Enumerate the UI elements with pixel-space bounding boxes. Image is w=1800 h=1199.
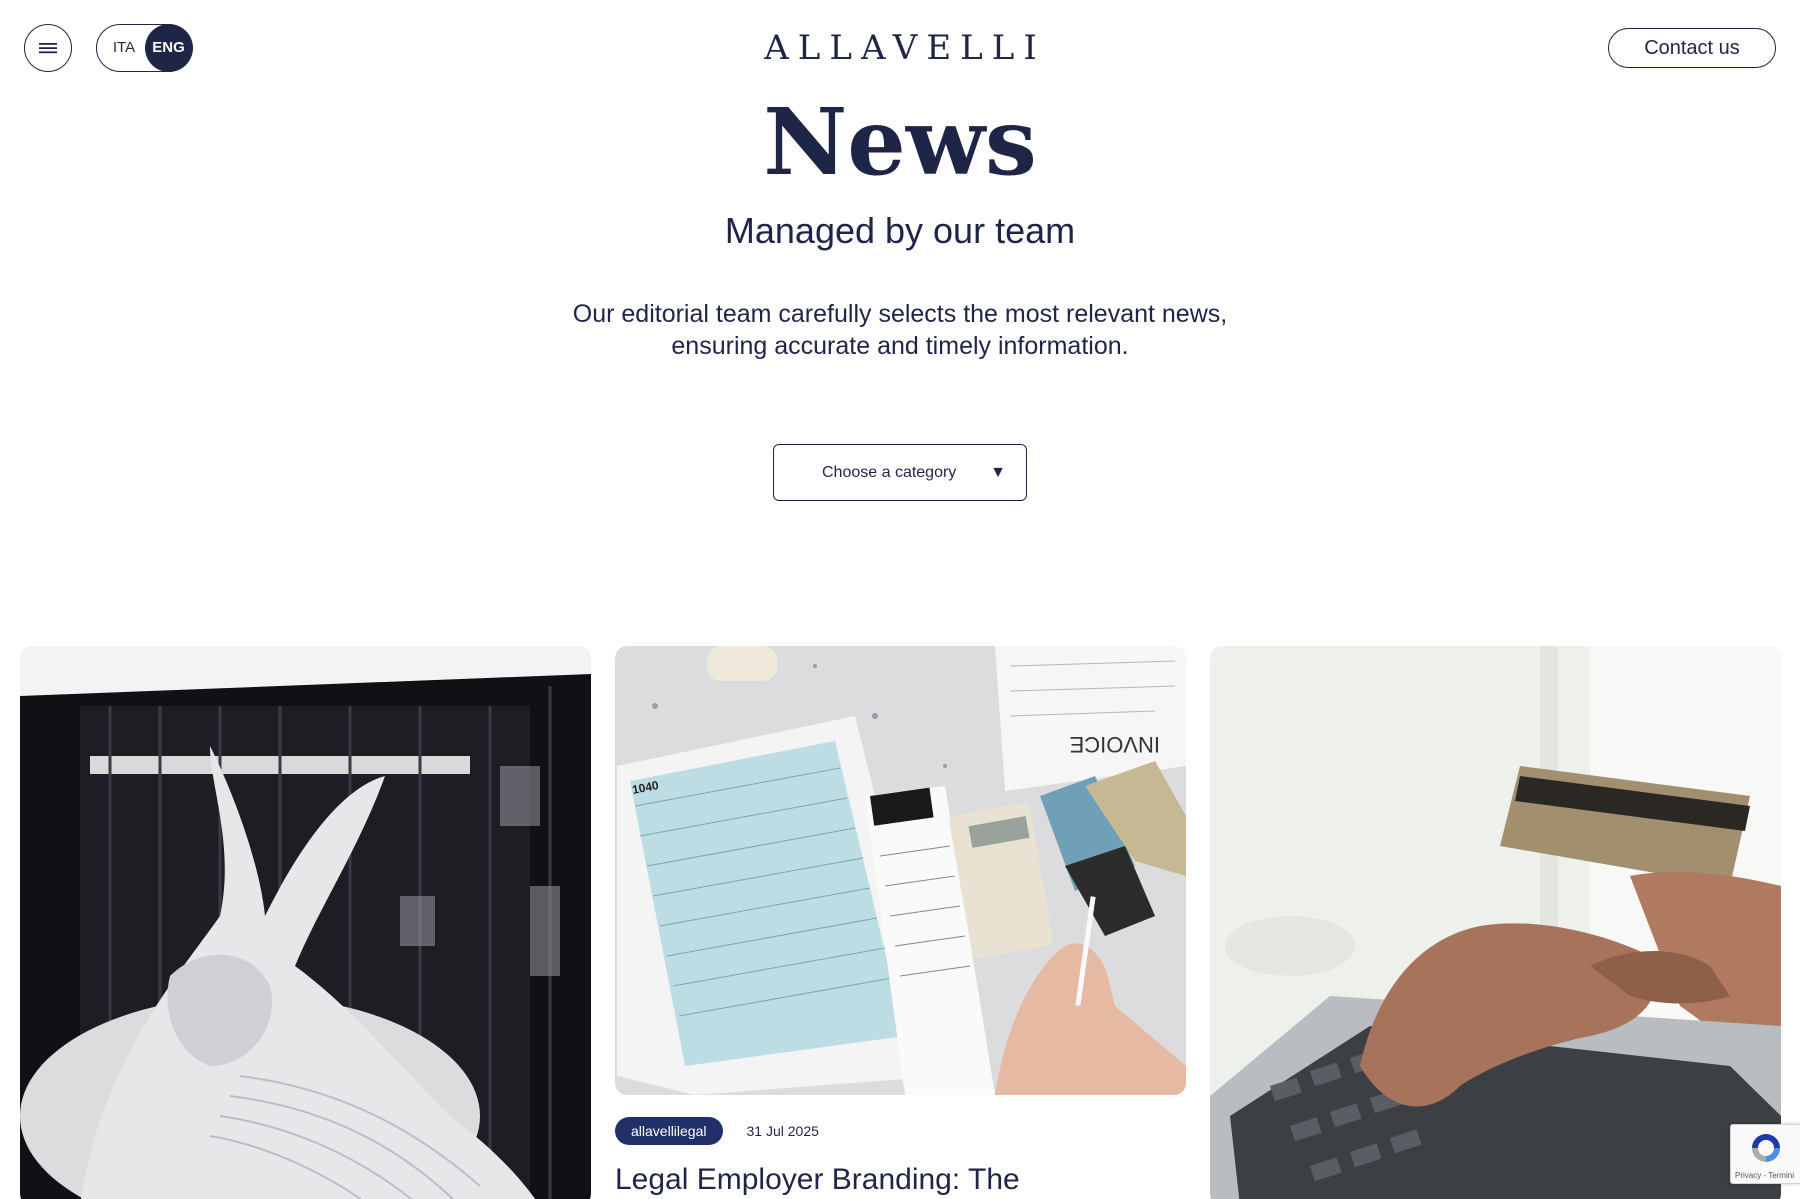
- category-dropdown-label: Choose a category: [822, 463, 957, 481]
- description-line-1: Our editorial team carefully selects the…: [572, 300, 1228, 328]
- category-dropdown[interactable]: Choose a category ▼: [773, 444, 1027, 501]
- category-badge[interactable]: allavellilegal: [615, 1117, 723, 1145]
- page-title: News: [763, 88, 1037, 196]
- news-card[interactable]: INVOICE 1040 allavellilegal 31 Jul 2025 …: [615, 646, 1186, 1199]
- language-option-eng[interactable]: ENG: [144, 23, 193, 72]
- news-card-image[interactable]: [20, 646, 591, 1199]
- page-subtitle: Managed by our team: [724, 210, 1076, 251]
- page-description: Our editorial team carefully selects the…: [500, 298, 1300, 362]
- news-card[interactable]: [20, 646, 591, 1199]
- recaptcha-icon: [1752, 1134, 1780, 1162]
- contact-us-button[interactable]: Contact us: [1608, 28, 1776, 68]
- site-logo[interactable]: ALLAVELLI: [740, 28, 1070, 68]
- news-card-image[interactable]: [1210, 646, 1781, 1199]
- recaptcha-badge[interactable]: Privacy - Termini: [1730, 1124, 1800, 1184]
- news-card[interactable]: [1210, 646, 1781, 1199]
- menu-button[interactable]: [24, 24, 72, 72]
- description-line-2: ensuring accurate and timely information…: [671, 332, 1129, 360]
- recaptcha-links[interactable]: Privacy - Termini: [1735, 1171, 1800, 1180]
- news-card-title[interactable]: Legal Employer Branding: The: [615, 1162, 1186, 1198]
- news-card-image[interactable]: INVOICE 1040: [615, 646, 1186, 1095]
- hamburger-icon: [39, 43, 57, 54]
- news-card-meta: allavellilegal 31 Jul 2025: [615, 1116, 819, 1146]
- language-toggle[interactable]: ITA ENG: [96, 23, 193, 72]
- svg-text:INVOICE: INVOICE: [1070, 732, 1160, 757]
- site-header: ITA ENG ALLAVELLI Contact us: [0, 0, 1800, 100]
- news-date: 31 Jul 2025: [746, 1123, 819, 1139]
- language-option-ita[interactable]: ITA: [105, 25, 143, 70]
- chevron-down-icon: ▼: [990, 463, 1006, 481]
